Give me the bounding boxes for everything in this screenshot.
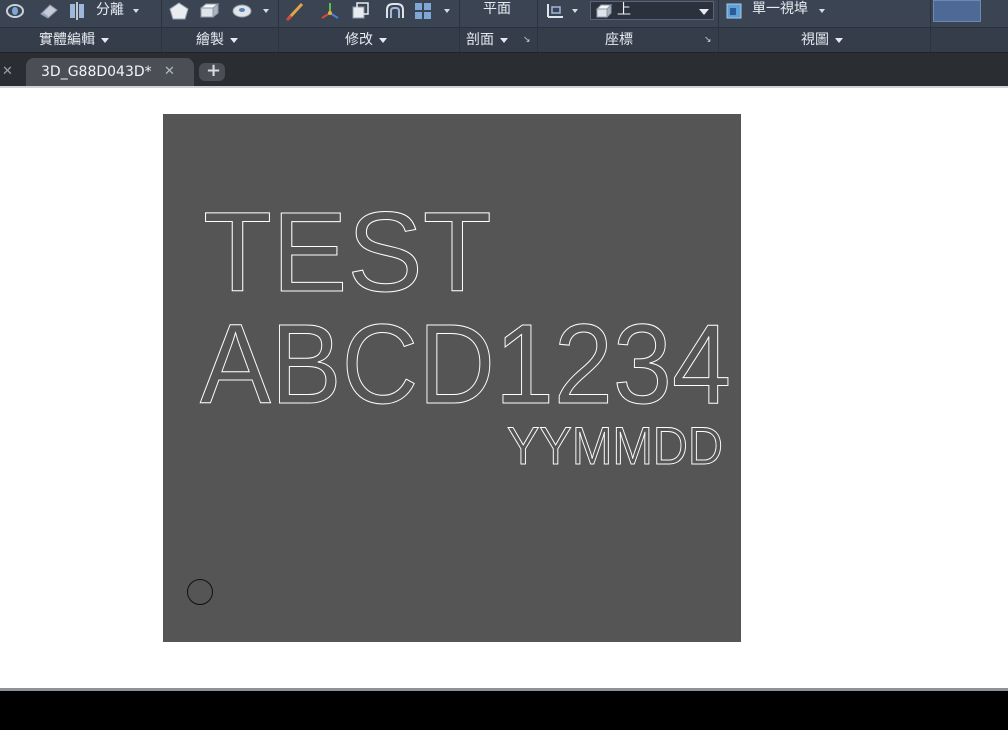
separate-button[interactable]: 分離: [96, 0, 124, 20]
revolve-dropdown-icon[interactable]: [263, 9, 269, 13]
panel-section[interactable]: 剖面: [466, 30, 508, 50]
viewport-dropdown-icon[interactable]: [819, 9, 825, 13]
view-cube-icon: [594, 3, 614, 19]
panel-modify-label: 修改: [345, 32, 373, 48]
pentagon-icon[interactable]: [168, 0, 190, 22]
status-divider: [0, 688, 1008, 691]
tab-3d-g88d043d[interactable]: 3D_G88D043D* ✕: [26, 58, 194, 87]
panel-coordinates-label: 座標: [605, 32, 633, 48]
view-select[interactable]: 上: [590, 1, 714, 20]
revolve-icon[interactable]: [230, 0, 254, 22]
chevron-down-icon: [230, 37, 238, 43]
plan-button[interactable]: 平面: [483, 0, 511, 19]
color-swatch[interactable]: [933, 0, 981, 22]
panel-draw-label: 繪製: [196, 32, 224, 48]
move-3d-icon[interactable]: [318, 0, 342, 22]
box-icon[interactable]: [349, 0, 371, 22]
chevron-down-icon: [835, 37, 843, 43]
separate-dropdown-icon[interactable]: [133, 9, 139, 13]
drawing-text-line-3: YYMMDD: [507, 417, 723, 476]
offset-icon[interactable]: [383, 0, 407, 22]
view-select-value: 上: [617, 2, 631, 18]
plus-icon: +: [206, 60, 222, 81]
array-icon[interactable]: [412, 0, 434, 22]
ucs-icon[interactable]: [543, 0, 567, 22]
pin-1-marker: [187, 579, 213, 605]
panel-modify[interactable]: 修改: [345, 30, 387, 50]
panel-solid-editing-label: 實體編輯: [39, 32, 95, 48]
panel-solid-editing[interactable]: 實體編輯: [39, 30, 109, 50]
panel-section-label: 剖面: [466, 32, 494, 48]
panel-coordinates[interactable]: 座標: [605, 30, 633, 50]
ucs-dropdown-icon[interactable]: [572, 9, 578, 13]
view-select-arrow-icon: [699, 9, 709, 15]
panel-draw[interactable]: 繪製: [196, 30, 238, 50]
viewport-icon[interactable]: [724, 0, 744, 22]
drawing-text-line-2: ABCD1234: [200, 301, 731, 427]
drawing-text-line-1: TEST: [203, 189, 492, 315]
panel-separator: [930, 0, 931, 52]
close-icon[interactable]: ✕: [164, 64, 175, 79]
array-dropdown-icon[interactable]: [444, 9, 450, 13]
box-draw-icon[interactable]: [198, 0, 220, 22]
chevron-down-icon: [101, 37, 109, 43]
close-icon[interactable]: ✕: [2, 65, 13, 78]
document-tab-bar: ✕ 3D_G88D043D* ✕ +: [0, 52, 1008, 87]
panel-view-label: 視圖: [801, 32, 829, 48]
panel-separator: [537, 0, 538, 52]
panel-separator: [459, 0, 460, 52]
panel-separator: [278, 0, 279, 52]
ribbon-tools-row: 分離 平面 上 單一視埠: [0, 0, 1008, 27]
eraser-icon[interactable]: [37, 0, 61, 22]
section-launcher-icon[interactable]: ↘: [523, 35, 531, 45]
split-icon[interactable]: [66, 0, 88, 22]
panel-separator: [718, 0, 719, 52]
chip-plate[interactable]: TEST ABCD1234 YYMMDD: [163, 114, 741, 642]
coordinates-launcher-icon[interactable]: ↘: [704, 35, 712, 45]
new-tab-button[interactable]: +: [199, 60, 225, 81]
tab-title: 3D_G88D043D*: [41, 64, 152, 80]
viewport-button[interactable]: 單一視埠: [752, 0, 808, 19]
brush-icon[interactable]: [284, 0, 308, 22]
ring-icon[interactable]: [4, 0, 26, 22]
ribbon: 分離 平面 上 單一視埠 實體編輯 繪製 修改 剖面 ↘ 座標 ↘ 視圖: [0, 0, 1008, 53]
panel-view[interactable]: 視圖: [801, 30, 843, 50]
panel-separator: [161, 0, 162, 52]
chevron-down-icon: [500, 37, 508, 43]
chevron-down-icon: [379, 37, 387, 43]
